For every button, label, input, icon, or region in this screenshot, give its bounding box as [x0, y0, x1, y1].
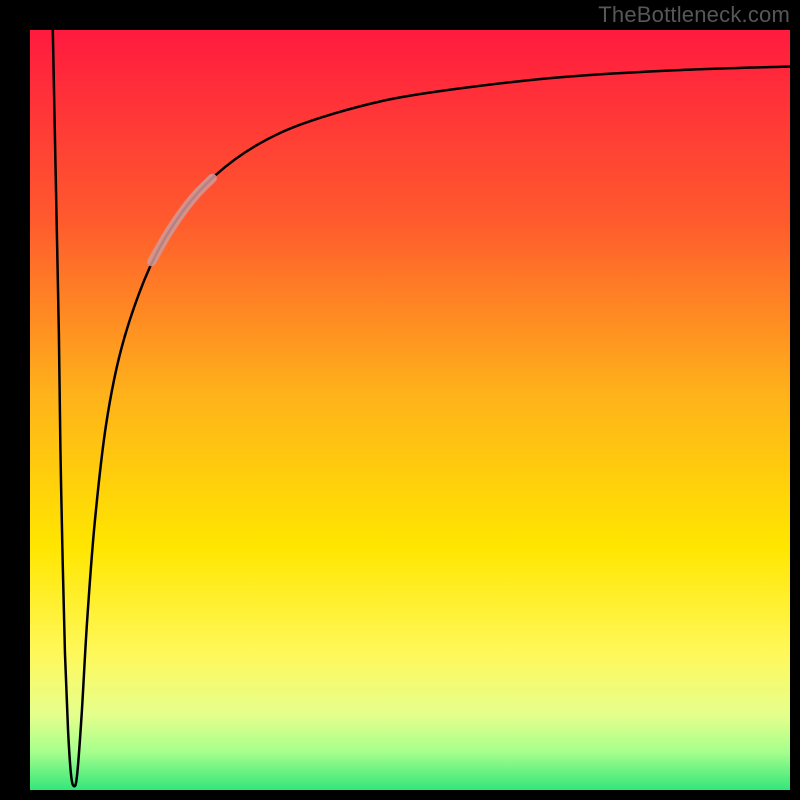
plot-background [30, 30, 790, 790]
watermark-text: TheBottleneck.com [598, 2, 790, 28]
chart-canvas [0, 0, 800, 800]
chart-frame: TheBottleneck.com [0, 0, 800, 800]
